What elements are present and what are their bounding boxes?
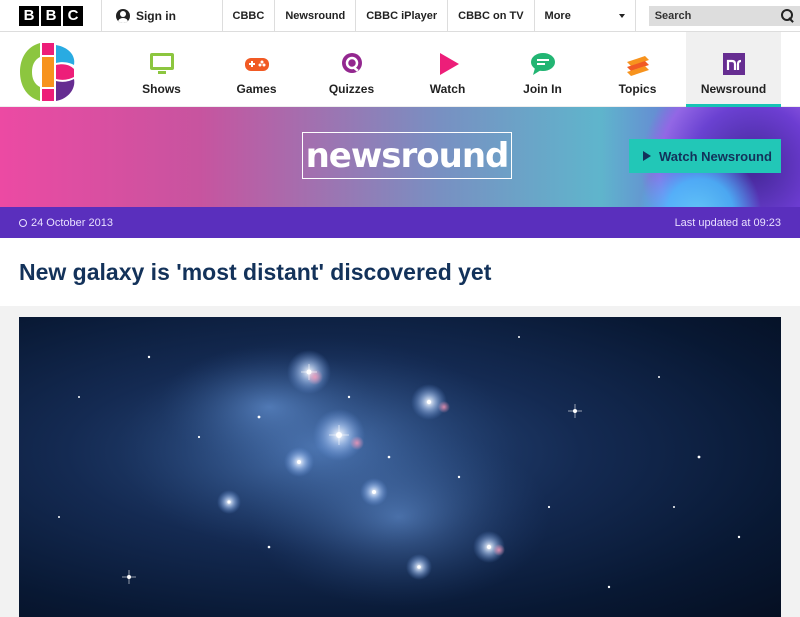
watch-newsround-button[interactable]: Watch Newsround (629, 139, 781, 173)
topnav-cbbc-on-tv[interactable]: CBBC on TV (447, 0, 533, 32)
tv-icon (149, 53, 174, 74)
nav-games[interactable]: Games (209, 32, 304, 107)
publish-date: 24 October 2013 (19, 217, 113, 229)
topnav-cbbc[interactable]: CBBC (221, 0, 275, 32)
nav-games-label: Games (236, 82, 277, 96)
bbc-top-bar: B B C Sign in CBBC Newsround CBBC iPlaye… (0, 0, 800, 32)
clock-icon (19, 218, 27, 227)
article-headline: New galaxy is 'most distant' discovered … (19, 258, 492, 285)
chevron-down-icon (618, 13, 625, 18)
watch-newsround-label: Watch Newsround (659, 148, 772, 164)
nav-topics[interactable]: Topics (590, 32, 685, 107)
bbc-logo-letter: C (63, 5, 83, 26)
nav-shows[interactable]: Shows (114, 32, 209, 107)
date-bar: 24 October 2013 Last updated at 09:23 (0, 207, 800, 238)
play-icon (643, 151, 651, 161)
last-updated: Last updated at 09:23 (674, 216, 781, 229)
newsround-banner: newsround Watch Newsround (0, 107, 800, 207)
cbbc-logo[interactable] (18, 41, 78, 103)
bbc-logo-letter: B (41, 5, 61, 26)
chat-icon (530, 53, 555, 75)
nav-join-in[interactable]: Join In (495, 32, 590, 107)
galaxy-image (19, 317, 781, 617)
more-dropdown[interactable]: More (533, 0, 636, 32)
nav-newsround-label: Newsround (700, 82, 767, 96)
nav-join-in-label: Join In (523, 82, 562, 96)
nav-topics-label: Topics (618, 82, 657, 96)
topnav-newsround[interactable]: Newsround (274, 0, 355, 32)
nav-quizzes-label: Quizzes (328, 82, 375, 96)
headline-section: New galaxy is 'most distant' discovered … (0, 238, 800, 306)
topnav-cbbc-iplayer[interactable]: CBBC iPlayer (355, 0, 447, 32)
search-placeholder: Search (654, 9, 692, 22)
signin-button[interactable]: Sign in (102, 0, 222, 32)
search-input[interactable]: Search (648, 5, 800, 26)
newsround-icon (722, 53, 745, 75)
search-icon[interactable] (780, 9, 794, 22)
nav-watch[interactable]: Watch (400, 32, 495, 107)
newsround-logo[interactable]: newsround (302, 132, 512, 179)
signin-label: Sign in (135, 8, 176, 23)
quiz-icon (341, 53, 362, 73)
gamepad-icon (244, 58, 269, 71)
nav-newsround[interactable]: Newsround (686, 32, 781, 107)
publish-date-text: 24 October 2013 (31, 216, 113, 229)
bbc-logo[interactable]: B B C (19, 5, 83, 26)
more-label: More (544, 9, 571, 22)
play-icon (439, 53, 459, 75)
cbbc-nav: Shows Games Quizzes Watch Join In Topics… (0, 32, 800, 107)
galaxy-illustration (58, 336, 741, 607)
user-icon (115, 8, 130, 23)
nav-shows-label: Shows (142, 82, 181, 96)
layers-icon (626, 56, 649, 76)
bbc-logo-letter: B (19, 5, 39, 26)
nav-quizzes[interactable]: Quizzes (304, 32, 399, 107)
nav-watch-label: Watch (429, 82, 466, 96)
